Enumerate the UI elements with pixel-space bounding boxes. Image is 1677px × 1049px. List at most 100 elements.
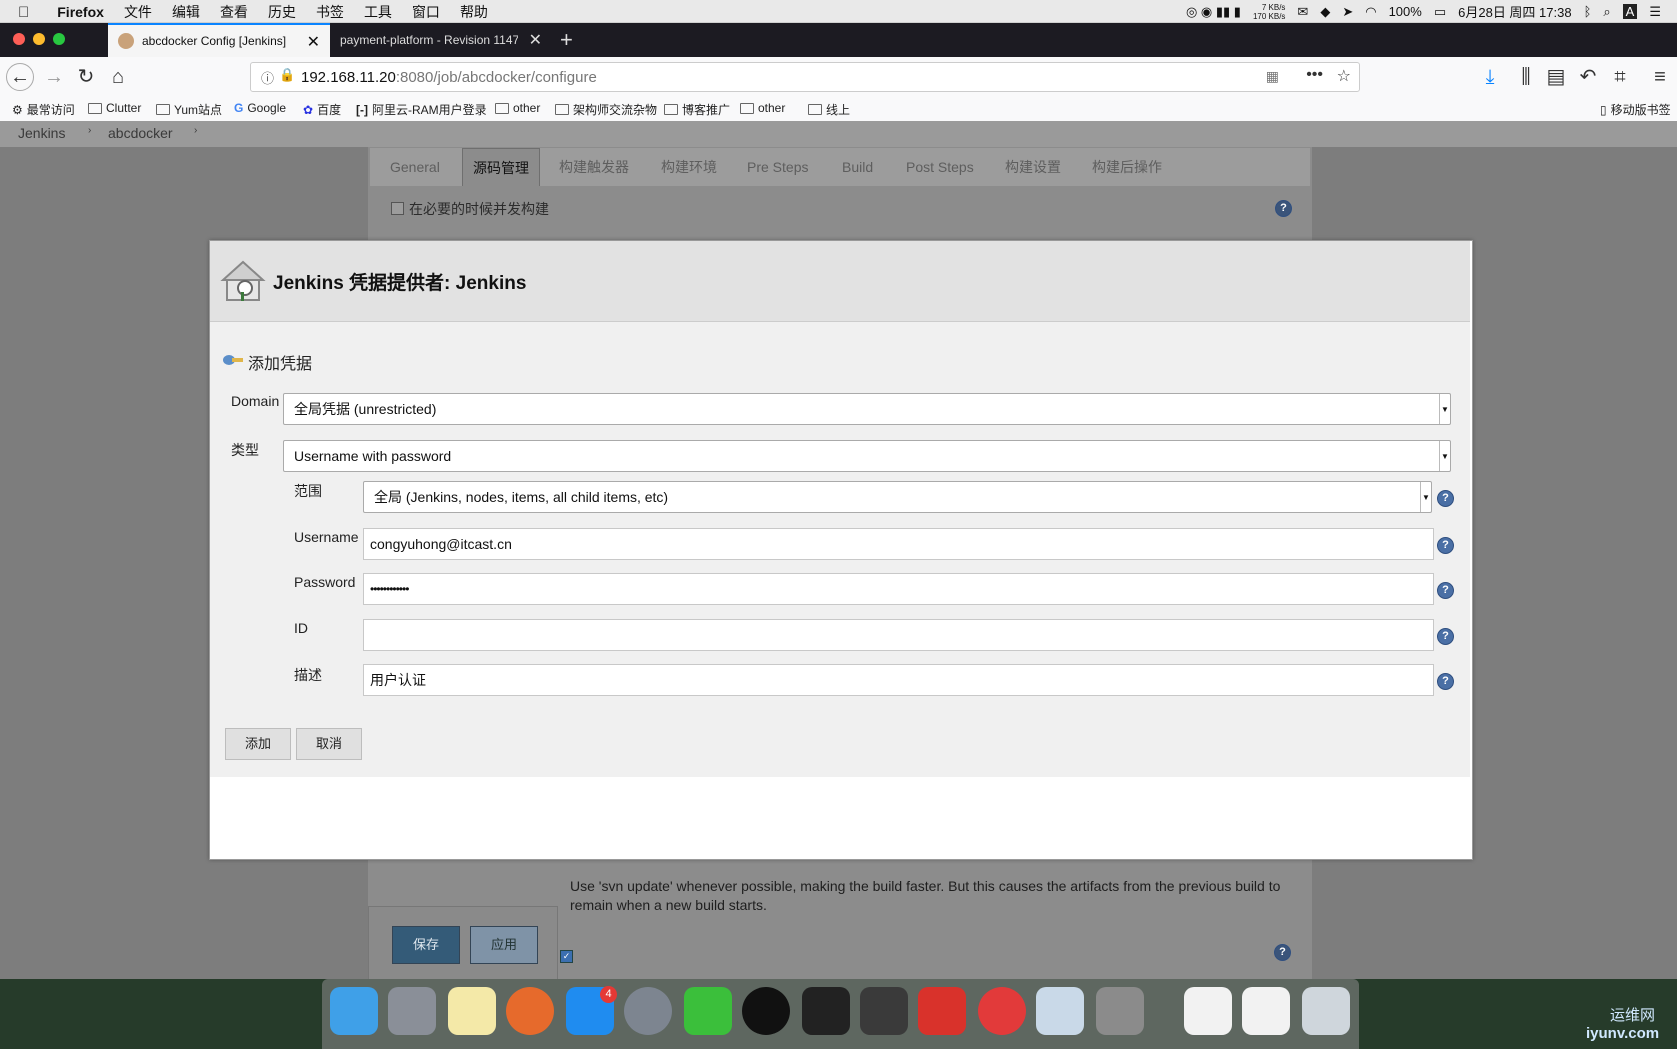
close-tab-icon[interactable]: ✕ bbox=[529, 30, 542, 50]
info-icon[interactable]: ⓘ bbox=[261, 68, 274, 87]
battery-percent[interactable]: 100% bbox=[1389, 4, 1422, 19]
tab-triggers[interactable]: 构建触发器 bbox=[549, 148, 639, 186]
url-bar[interactable]: ⓘ 🔒 192.168.11.20:8080/job/abcdocker/con… bbox=[250, 62, 1360, 92]
youdao-icon[interactable] bbox=[918, 987, 966, 1035]
kind-select[interactable]: Username with password ▼ bbox=[283, 440, 1451, 472]
library-icon[interactable]: ⫼ bbox=[1512, 63, 1540, 91]
username-help-icon[interactable]: ? bbox=[1437, 537, 1454, 554]
tab-build-env[interactable]: 构建环境 bbox=[651, 148, 727, 186]
menu-help[interactable]: 帮助 bbox=[460, 2, 488, 22]
tab-post-build[interactable]: 构建后操作 bbox=[1082, 148, 1172, 186]
bookmark-blog[interactable]: 博客推广 bbox=[664, 101, 730, 118]
wechat-icon[interactable] bbox=[684, 987, 732, 1035]
tab-build[interactable]: Build bbox=[832, 148, 883, 186]
scope-help-icon[interactable]: ? bbox=[1437, 490, 1454, 507]
password-help-icon[interactable]: ? bbox=[1437, 582, 1454, 599]
sidebar-icon[interactable]: ▤ bbox=[1542, 63, 1570, 91]
tab-scm[interactable]: 源码管理 bbox=[462, 148, 540, 186]
tab-general[interactable]: General bbox=[380, 148, 450, 186]
system-preferences-icon[interactable] bbox=[624, 987, 672, 1035]
scope-select[interactable]: 全局 (Jenkins, nodes, items, all child ite… bbox=[363, 481, 1432, 513]
description-help-icon[interactable]: ? bbox=[1437, 673, 1454, 690]
menubar-app-name[interactable]: Firefox bbox=[57, 4, 104, 20]
menu-file[interactable]: 文件 bbox=[124, 2, 152, 22]
bookmark-mobile[interactable]: ▯ 移动版书签 bbox=[1600, 101, 1671, 118]
breadcrumb-jenkins[interactable]: Jenkins bbox=[18, 125, 65, 141]
send-icon[interactable]: ➤ bbox=[1342, 4, 1353, 20]
back-button[interactable]: ← bbox=[6, 63, 34, 91]
document-icon[interactable] bbox=[1242, 987, 1290, 1035]
undo-icon[interactable]: ↶ bbox=[1574, 63, 1602, 91]
bookmark-online[interactable]: 线上 bbox=[808, 101, 850, 118]
bookmark-baidu[interactable]: ✿ 百度 bbox=[303, 101, 341, 118]
clock[interactable]: 6月28日 周四 17:38 bbox=[1458, 2, 1571, 21]
zip-file-icon[interactable] bbox=[1184, 987, 1232, 1035]
qr-code-icon[interactable]: ▦ bbox=[1266, 68, 1279, 85]
macdown-icon[interactable] bbox=[1096, 987, 1144, 1035]
menu-view[interactable]: 查看 bbox=[220, 2, 248, 22]
page-actions-icon[interactable]: ••• bbox=[1306, 66, 1323, 84]
bookmark-most-visited[interactable]: ⚙ 最常访问 bbox=[12, 101, 75, 118]
menu-bookmarks[interactable]: 书签 bbox=[316, 2, 344, 22]
bookmark-clutter[interactable]: Clutter bbox=[88, 101, 141, 115]
notification-center-icon[interactable]: ☰ bbox=[1649, 4, 1661, 20]
close-window-button[interactable] bbox=[13, 33, 25, 45]
description-input[interactable]: 用户认证 bbox=[363, 664, 1434, 696]
insecure-lock-icon[interactable]: 🔒 bbox=[279, 67, 295, 83]
tab-payment-platform[interactable]: payment-platform - Revision 1147: / ✕ bbox=[330, 23, 552, 57]
breadcrumb-job[interactable]: abcdocker bbox=[108, 125, 173, 141]
battery-icon[interactable]: ▭ bbox=[1434, 4, 1446, 20]
menu-window[interactable]: 窗口 bbox=[412, 2, 440, 22]
bookmark-architect[interactable]: 架构师交流杂物 bbox=[555, 101, 657, 118]
terminal-icon[interactable] bbox=[802, 987, 850, 1035]
notes-icon[interactable] bbox=[448, 987, 496, 1035]
qq-icon[interactable] bbox=[742, 987, 790, 1035]
zoom-window-button[interactable] bbox=[53, 33, 65, 45]
tab-pre-steps[interactable]: Pre Steps bbox=[737, 148, 818, 186]
tab-post-steps[interactable]: Post Steps bbox=[896, 148, 984, 186]
bookmark-other-1[interactable]: other bbox=[495, 101, 540, 115]
finder-icon[interactable] bbox=[330, 987, 378, 1035]
username-input[interactable]: congyuhong@itcast.cn bbox=[363, 528, 1434, 560]
tab-build-settings[interactable]: 构建设置 bbox=[995, 148, 1071, 186]
svn-option-checkbox[interactable]: ✓ bbox=[560, 950, 573, 963]
bluetooth-icon[interactable]: ᛒ bbox=[1584, 4, 1592, 19]
netease-music-icon[interactable] bbox=[978, 987, 1026, 1035]
status-icons[interactable]: ◎ ◉ ▮▮ ▮ bbox=[1186, 4, 1241, 20]
password-input[interactable]: •••••••••••• bbox=[363, 573, 1434, 605]
wifi-icon[interactable]: ◠ bbox=[1365, 4, 1376, 20]
reload-button[interactable]: ↻ bbox=[72, 63, 100, 91]
sublime-text-icon[interactable] bbox=[860, 987, 908, 1035]
bookmark-google[interactable]: G Google bbox=[234, 101, 286, 115]
menu-history[interactable]: 历史 bbox=[268, 2, 296, 22]
firefox-icon[interactable] bbox=[506, 987, 554, 1035]
domain-select[interactable]: 全局凭据 (unrestricted) ▼ bbox=[283, 393, 1451, 425]
bookmark-star-icon[interactable]: ☆ bbox=[1337, 66, 1351, 86]
bookmark-yum[interactable]: Yum站点 bbox=[156, 101, 222, 118]
launchpad-icon[interactable] bbox=[388, 987, 436, 1035]
cancel-button[interactable]: 取消 bbox=[296, 728, 362, 760]
crop-icon[interactable]: ⌗ bbox=[1606, 63, 1634, 91]
save-button[interactable]: 保存 bbox=[392, 926, 460, 964]
downloads-icon[interactable]: ⤓ bbox=[1476, 63, 1504, 91]
tab-abcdocker-config[interactable]: abcdocker Config [Jenkins] ✕ bbox=[108, 23, 330, 57]
minimize-window-button[interactable] bbox=[33, 33, 45, 45]
new-tab-button[interactable]: + bbox=[560, 23, 573, 57]
trash-icon[interactable] bbox=[1302, 987, 1350, 1035]
apply-button[interactable]: 应用 bbox=[470, 926, 538, 964]
help-icon[interactable]: ? bbox=[1274, 944, 1291, 961]
menu-tools[interactable]: 工具 bbox=[364, 2, 392, 22]
wechat-icon[interactable]: ✉ bbox=[1297, 4, 1308, 20]
menu-edit[interactable]: 编辑 bbox=[172, 2, 200, 22]
add-button[interactable]: 添加 bbox=[225, 728, 291, 760]
hamburger-menu-icon[interactable]: ≡ bbox=[1646, 63, 1674, 91]
spotlight-icon[interactable]: ⌕ bbox=[1603, 4, 1610, 20]
bookmark-other-2[interactable]: other bbox=[740, 101, 785, 115]
forward-button[interactable]: → bbox=[40, 63, 68, 91]
apple-menu-icon[interactable]:  bbox=[18, 4, 29, 21]
input-method-icon[interactable]: A bbox=[1622, 4, 1638, 19]
id-help-icon[interactable]: ? bbox=[1437, 628, 1454, 645]
notification-icon[interactable]: ◆ bbox=[1320, 4, 1330, 20]
home-button[interactable]: ⌂ bbox=[104, 63, 132, 91]
close-tab-icon[interactable]: ✕ bbox=[307, 32, 320, 52]
